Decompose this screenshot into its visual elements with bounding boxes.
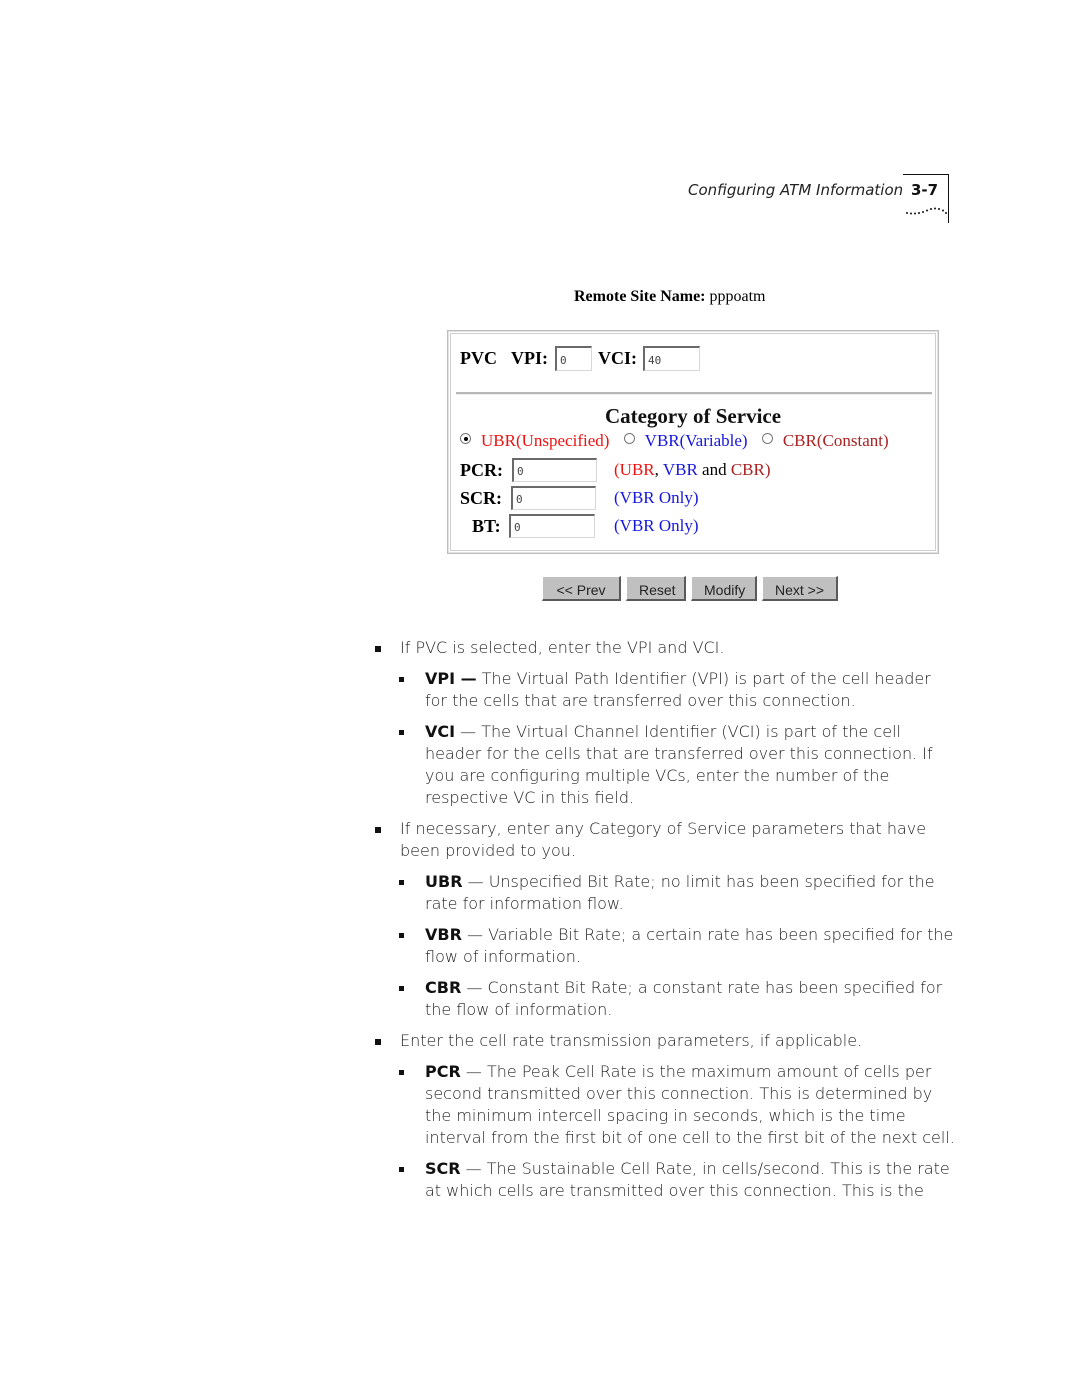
ubr-radio-label[interactable]: UBR(Unspecified) [481, 431, 609, 450]
form-button-bar: << Prev Reset Modify Next >> [542, 576, 838, 601]
sub-bullet-icon [399, 677, 404, 682]
bullet-icon [375, 646, 381, 652]
pcr-note-and: and [702, 460, 727, 479]
vpi-label: VPI: [511, 348, 548, 368]
list-item-text: Enter the cell rate transmission paramet… [400, 1031, 863, 1050]
modify-button[interactable]: Modify [691, 576, 757, 601]
list-item-text: — The Virtual Channel Identifier (VCI) i… [425, 722, 933, 807]
atm-config-form: PVC VPI: VCI: Category of Service UBR(Un… [447, 330, 939, 554]
list-item: VBR — Variable Bit Rate; a certain rate … [425, 924, 955, 968]
ubr-radio[interactable] [460, 433, 471, 444]
remote-site-name-value: pppoatm [709, 288, 766, 305]
pcr-label: PCR: [460, 460, 503, 480]
term-cbr: CBR [425, 978, 462, 997]
reset-button[interactable]: Reset [626, 576, 686, 601]
list-item-text: — Unspecified Bit Rate; no limit has bee… [425, 872, 935, 913]
list-item-text: — The Sustainable Cell Rate, in cells/se… [425, 1159, 950, 1200]
cbr-radio[interactable] [761, 433, 773, 444]
list-item: SCR — The Sustainable Cell Rate, in cell… [425, 1158, 955, 1202]
decorative-dots-icon [906, 207, 947, 215]
bt-input[interactable] [509, 514, 595, 538]
bt-note: (VBR Only) [614, 516, 699, 535]
vci-label: VCI: [598, 348, 637, 368]
sub-bullet-icon [399, 730, 404, 735]
bullet-icon [375, 1039, 381, 1045]
remote-site-name-label: Remote Site Name: [574, 288, 706, 305]
vbr-radio[interactable] [623, 433, 635, 444]
page-number: 3-7 [911, 181, 939, 199]
pcr-note: (UBR, VBR and CBR) [614, 460, 771, 480]
category-of-service-title-text: Category of Service [604, 404, 782, 428]
list-item-text: The Virtual Path Identifier (VPI) is par… [425, 669, 931, 710]
vci-input[interactable] [643, 346, 700, 371]
sub-bullet-icon [399, 986, 404, 991]
pcr-note-cbr: CBR) [730, 460, 771, 479]
sub-bullet-icon [399, 1070, 404, 1075]
list-item: Enter the cell rate transmission paramet… [400, 1030, 960, 1052]
term-scr: SCR [425, 1159, 461, 1178]
list-item-text: — Variable Bit Rate; a certain rate has … [425, 925, 954, 966]
pcr-note-vbr: VBR [662, 460, 698, 479]
bullet-icon [375, 827, 381, 833]
running-header-title: Configuring ATM Information [688, 181, 904, 199]
pcr-input[interactable] [512, 458, 597, 482]
list-item: If necessary, enter any Category of Serv… [400, 818, 960, 862]
pcr-note-comma: , [654, 460, 659, 479]
scr-note: (VBR Only) [614, 488, 699, 507]
scr-label: SCR: [460, 488, 503, 508]
next-button[interactable]: Next >> [762, 576, 838, 601]
term-vci: VCI [425, 722, 456, 741]
prev-button[interactable]: << Prev [542, 576, 621, 601]
vpi-input[interactable] [555, 346, 592, 371]
category-of-service-title: Category of Service [448, 404, 938, 429]
cbr-radio-label[interactable]: CBR(Constant) [783, 431, 889, 450]
scr-input[interactable] [511, 486, 596, 510]
sub-bullet-icon [399, 880, 404, 885]
pcr-note-ubr: (UBR [614, 460, 655, 479]
list-item-text: If PVC is selected, enter the VPI and VC… [400, 638, 725, 657]
term-vbr: VBR [425, 925, 462, 944]
pvc-label: PVC [460, 348, 497, 368]
sub-bullet-icon [399, 933, 404, 938]
vbr-radio-label[interactable]: VBR(Variable) [645, 431, 748, 450]
term-pcr: PCR [425, 1062, 461, 1081]
list-item: VCI — The Virtual Channel Identifier (VC… [425, 721, 955, 809]
list-item: PCR — The Peak Cell Rate is the maximum … [425, 1061, 955, 1149]
term-ubr: UBR [425, 872, 463, 891]
sub-bullet-icon [399, 1167, 404, 1172]
list-item: If PVC is selected, enter the VPI and VC… [400, 637, 960, 659]
list-item: VPI — The Virtual Path Identifier (VPI) … [425, 668, 955, 712]
list-item-text: — The Peak Cell Rate is the maximum amou… [425, 1062, 955, 1147]
section-divider [456, 392, 932, 395]
bt-label: BT: [472, 516, 501, 536]
term-vpi: VPI — [425, 669, 477, 688]
list-item: CBR — Constant Bit Rate; a constant rate… [425, 977, 955, 1021]
list-item-text: If necessary, enter any Category of Serv… [400, 819, 927, 860]
service-category-radio-group: UBR(Unspecified) VBR(Variable) CBR(Const… [460, 431, 889, 451]
list-item: UBR — Unspecified Bit Rate; no limit has… [425, 871, 955, 915]
list-item-text: — Constant Bit Rate; a constant rate has… [425, 978, 943, 1019]
